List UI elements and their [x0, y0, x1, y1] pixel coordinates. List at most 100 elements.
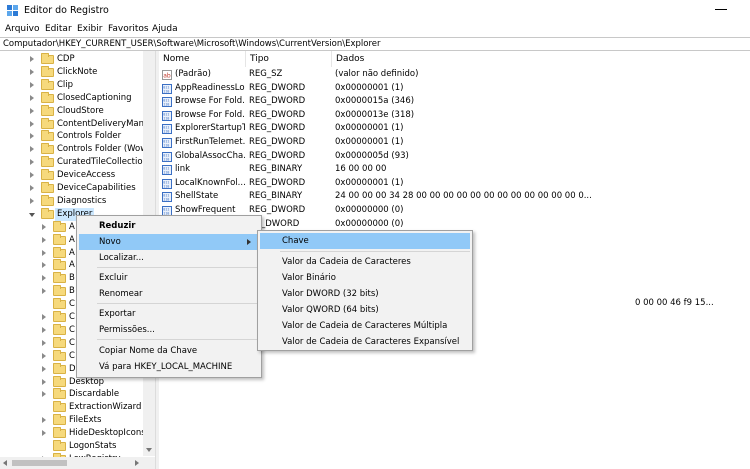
expand-right-icon[interactable]: [41, 339, 47, 347]
table-row[interactable]: ab (Padrão) REG_SZ (valor não definido): [159, 68, 750, 82]
tree-item[interactable]: Controls Folder (Wow6: [0, 143, 155, 156]
column-header-type[interactable]: Tipo: [246, 51, 332, 67]
expand-right-icon[interactable]: [29, 68, 35, 76]
tree-item[interactable]: CuratedTileCollections: [0, 156, 155, 169]
scroll-left-icon[interactable]: [0, 457, 12, 469]
tree-item[interactable]: Diagnostics: [0, 194, 155, 208]
table-row[interactable]: 011 110 FirstRunTelemet... REG_DWORD 0x00000…: [159, 136, 750, 150]
tree-item[interactable]: FileExts: [0, 414, 155, 427]
tree-item[interactable]: Controls Folder: [0, 130, 155, 143]
folder-icon: [53, 349, 66, 361]
table-row[interactable]: 011 110 Browse For Fold... REG_DWORD 0x00000…: [159, 95, 750, 109]
tree-item-label: A: [69, 221, 75, 232]
tree-item[interactable]: LogonStats: [0, 440, 155, 453]
folder-icon: [41, 194, 54, 206]
scroll-down-icon[interactable]: [143, 444, 155, 456]
expand-right-icon[interactable]: [41, 430, 47, 437]
folder-icon: [41, 130, 54, 142]
expand-right-icon[interactable]: [41, 417, 47, 424]
expand-right-icon[interactable]: [41, 223, 47, 231]
expand-right-icon[interactable]: [29, 133, 35, 140]
folder-icon: [53, 336, 66, 348]
expand-right-icon[interactable]: [29, 172, 35, 179]
tree-item-label: B: [69, 286, 75, 297]
address-path: Computador\HKEY_CURRENT_USER\Software\Mi…: [3, 39, 381, 49]
expand-right-icon[interactable]: [41, 314, 47, 321]
table-row[interactable]: 011110ExplorerStartupT... REG_DWORD 0x0000…: [159, 122, 750, 136]
submenu-item-valor-qword-64-bits[interactable]: Valor QWORD (64 bits): [260, 302, 470, 318]
scroll-right-icon[interactable]: [131, 457, 143, 469]
table-row[interactable]: 011 110 ShellState REG_BINARY 24 00 00 00 34…: [159, 190, 750, 204]
menu-item-copiar-nome-da-chave[interactable]: Copiar Nome da Chave: [79, 343, 259, 359]
expand-right-icon[interactable]: [29, 81, 35, 89]
submenu-item-valor-de-cadeia-de-caracteres-expansivel[interactable]: Valor de Cadeia de Caracteres Expansível: [260, 334, 470, 350]
column-header-data[interactable]: Dados: [332, 51, 750, 67]
scroll-thumb[interactable]: [12, 460, 67, 466]
menu-exibir[interactable]: Exibir: [77, 22, 102, 37]
submenu-item-valor-da-cadeia-de-caracteres[interactable]: Valor da Cadeia de Caracteres: [260, 254, 470, 270]
menu-item-localizar[interactable]: Localizar...: [79, 250, 259, 266]
menu-editar[interactable]: Editar: [45, 22, 72, 37]
tree-item[interactable]: DeviceCapabilities: [0, 182, 155, 195]
expand-right-icon[interactable]: [41, 262, 47, 269]
submenu-item-valor-de-cadeia-de-caracteres-multipla[interactable]: Valor de Cadeia de Caracteres Múltipla: [260, 318, 470, 334]
menu-item-label: Permissões...: [99, 325, 155, 335]
tree-item[interactable]: HideDesktopIcons: [0, 427, 155, 440]
expand-right-icon[interactable]: [29, 146, 35, 153]
expand-right-icon[interactable]: [41, 365, 47, 373]
expand-right-icon[interactable]: [29, 107, 35, 115]
submenu-item-chave[interactable]: Chave: [260, 233, 470, 249]
table-row[interactable]: 011 110 Browse For Fold... REG_DWORD 0x00000…: [159, 109, 750, 123]
menu-item-reduzir[interactable]: Reduzir: [79, 218, 259, 234]
minimize-icon[interactable]: [715, 9, 727, 10]
tree-item-label: CloudStore: [57, 105, 104, 116]
expand-right-icon[interactable]: [29, 185, 35, 192]
menu-item-excluir[interactable]: Excluir: [79, 270, 259, 286]
address-bar[interactable]: Computador\HKEY_CURRENT_USER\Software\Mi…: [0, 37, 750, 51]
tree-item[interactable]: ClosedCaptioning: [0, 91, 155, 105]
menu-favoritos[interactable]: Favoritos: [108, 22, 149, 37]
table-row[interactable]: 011 110 AppReadinessLo... REG_DWORD 0x000000…: [159, 82, 750, 96]
expand-right-icon[interactable]: [41, 378, 47, 386]
folder-icon: [41, 156, 54, 168]
table-row[interactable]: 011 110 LocalKnownFol... REG_DWORD 0x0000000…: [159, 177, 750, 191]
menu-item-renomear[interactable]: Renomear: [79, 286, 259, 302]
tree-item-label: A: [69, 234, 75, 245]
column-header-name[interactable]: Nome: [159, 51, 246, 67]
expand-right-icon[interactable]: [29, 159, 35, 166]
expand-right-icon[interactable]: [41, 275, 47, 282]
expand-right-icon[interactable]: [29, 56, 35, 63]
expand-right-icon[interactable]: [41, 326, 47, 334]
expand-right-icon[interactable]: [41, 391, 47, 398]
tree-item[interactable]: Discardable: [0, 388, 155, 401]
tree-item[interactable]: DeviceAccess: [0, 169, 155, 182]
menu-arquivo[interactable]: Arquivo: [5, 22, 39, 37]
expand-right-icon[interactable]: [41, 288, 47, 295]
menu-item-va-para-hkey-local-machine[interactable]: Vá para HKEY_LOCAL_MACHINE: [79, 359, 259, 375]
tree-horizontal-scrollbar[interactable]: [0, 457, 155, 469]
expand-down-icon[interactable]: [29, 211, 35, 218]
table-row[interactable]: 011 110 GlobalAssocCha... REG_DWORD 0x000000…: [159, 150, 750, 164]
menu-ajuda[interactable]: Ajuda: [152, 22, 178, 37]
tree-item[interactable]: Clip: [0, 78, 155, 92]
tree-item[interactable]: CloudStore: [0, 104, 155, 118]
submenu-item-valor-dword-32-bits[interactable]: Valor DWORD (32 bits): [260, 286, 470, 302]
tree-item[interactable]: ExtractionWizard: [0, 401, 155, 414]
tree-item[interactable]: ClickNote: [0, 65, 155, 79]
tree-item[interactable]: CDP: [0, 53, 155, 66]
tree-item[interactable]: ContentDeliveryManag: [0, 117, 155, 131]
submenu-item-valor-binario[interactable]: Valor Binário: [260, 270, 470, 286]
value-type: REG_DWORD: [249, 109, 306, 120]
expand-right-icon[interactable]: [29, 197, 35, 205]
table-row[interactable]: 011 110 link REG_BINARY 16 00 00 00: [159, 163, 750, 177]
menu-item-exportar[interactable]: Exportar: [79, 306, 259, 322]
menu-separator: [280, 251, 470, 252]
expand-right-icon[interactable]: [41, 236, 47, 244]
svg-text:110: 110: [163, 103, 169, 107]
expand-right-icon[interactable]: [41, 249, 47, 257]
expand-right-icon[interactable]: [41, 352, 47, 360]
expand-right-icon[interactable]: [29, 94, 35, 102]
menu-item-permissoes[interactable]: Permissões...: [79, 322, 259, 338]
menu-item-novo[interactable]: Novo: [79, 234, 259, 250]
expand-right-icon[interactable]: [29, 120, 35, 128]
